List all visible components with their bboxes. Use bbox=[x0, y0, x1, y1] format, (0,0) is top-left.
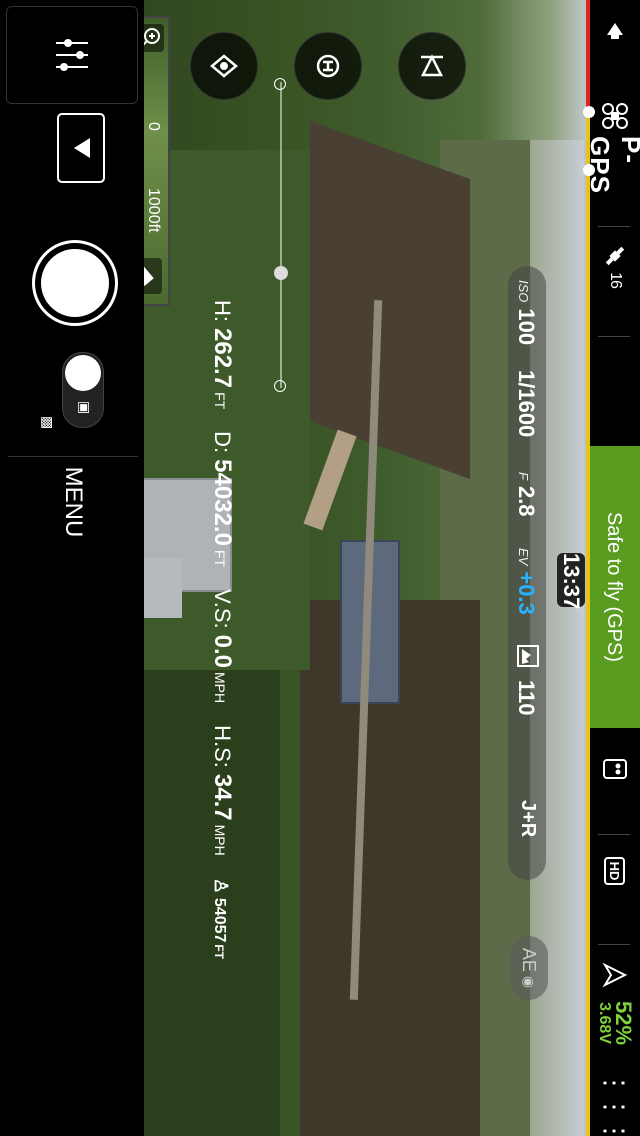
dirt-drive bbox=[303, 429, 357, 531]
battery-readout: 52% 3.68V bbox=[590, 996, 640, 1050]
playback-button[interactable] bbox=[36, 112, 126, 184]
back-button[interactable] bbox=[590, 8, 640, 52]
gimbal-max-marker bbox=[274, 380, 286, 392]
gimbal-min-marker bbox=[274, 78, 286, 90]
photo-video-toggle[interactable]: ▣ bbox=[62, 352, 104, 428]
flight-mode-button[interactable]: P-GPS bbox=[585, 136, 640, 216]
sliders-icon bbox=[56, 39, 88, 71]
flight-status-text: Safe to fly (GPS) bbox=[603, 511, 626, 663]
shutter-button[interactable] bbox=[32, 240, 118, 326]
plowed-field bbox=[310, 120, 470, 480]
return-home-icon bbox=[316, 54, 340, 78]
capacity-value: 110 bbox=[514, 680, 539, 716]
dji-go-camera-view: P-GPS 16 Safe to fly (GPS) HD 52% 3.68V … bbox=[0, 0, 640, 1136]
menu-button[interactable]: MENU bbox=[8, 456, 138, 547]
shutter-value: 1/1600 bbox=[514, 370, 539, 438]
divider bbox=[598, 336, 630, 337]
camera-mode-icon: ▣ bbox=[77, 401, 93, 415]
playback-icon bbox=[57, 113, 105, 183]
pilot-distance-value: 54057 bbox=[211, 897, 228, 943]
ae-lock-button[interactable]: AE ◉ bbox=[510, 936, 548, 1000]
rth-marker bbox=[583, 106, 595, 118]
gimbal-track bbox=[280, 82, 282, 388]
camera-control-bar: ▣ ▩ MENU bbox=[0, 0, 144, 1136]
gps-status-button[interactable]: 16 bbox=[590, 236, 640, 296]
satellite-icon bbox=[605, 246, 625, 266]
image-format: J+R bbox=[516, 800, 539, 837]
more-icon: ⋮⋮⋮ bbox=[600, 1070, 631, 1136]
aperture-value: 2.8 bbox=[514, 485, 539, 517]
battery-level-line bbox=[583, 0, 595, 1136]
ev-setting: EV +0.3 bbox=[514, 548, 539, 615]
return-home-button[interactable] bbox=[294, 32, 362, 100]
takeoff-button[interactable] bbox=[398, 32, 466, 100]
distance-value: 54032.0 bbox=[209, 459, 236, 546]
toggle-knob bbox=[65, 355, 101, 391]
aircraft-icon bbox=[590, 96, 640, 136]
aperture-setting: F 2.8 bbox=[514, 472, 539, 517]
intelligent-flight-icon bbox=[210, 54, 238, 78]
shutter-icon bbox=[41, 249, 109, 317]
ae-lock-label: AE bbox=[519, 947, 540, 972]
flight-mode-label: P-GPS bbox=[585, 136, 640, 194]
hd-icon: HD bbox=[604, 856, 626, 886]
format-value: J+R bbox=[517, 800, 539, 838]
takeoff-icon bbox=[420, 54, 444, 77]
more-menu-button[interactable]: ⋮⋮⋮ bbox=[590, 1070, 640, 1136]
battery-voltage: 3.68V bbox=[596, 1002, 613, 1044]
battery-status-button[interactable] bbox=[590, 952, 640, 998]
storage-icon bbox=[516, 644, 540, 668]
intelligent-flight-button[interactable] bbox=[190, 32, 258, 100]
flight-status-banner[interactable]: Safe to fly (GPS) bbox=[588, 446, 640, 728]
remote-signal-button[interactable] bbox=[590, 744, 640, 794]
pilot-icon: ♙ bbox=[211, 877, 231, 894]
recording-time: 13:37 bbox=[557, 553, 585, 610]
video-signal-button[interactable]: HD bbox=[590, 846, 640, 896]
back-arrow-icon bbox=[607, 23, 623, 39]
iso-setting: ISO 100 bbox=[514, 280, 539, 346]
menu-label: MENU bbox=[60, 466, 87, 538]
horizontal-speed-value: 34.7 bbox=[209, 773, 236, 821]
divider bbox=[598, 944, 630, 945]
landing-marker bbox=[583, 164, 595, 176]
photo-capacity: 110 bbox=[513, 680, 539, 716]
ev-value: +0.3 bbox=[514, 571, 539, 615]
lock-icon: ◉ bbox=[521, 975, 538, 989]
divider bbox=[598, 226, 630, 227]
divider bbox=[598, 834, 630, 835]
battery-aircraft-icon bbox=[602, 962, 628, 988]
iso-value: 100 bbox=[514, 308, 539, 346]
gps-satellite-count: 16 bbox=[607, 272, 624, 288]
height-value: 262.7 bbox=[209, 328, 236, 389]
shutter-setting: 1/1600 bbox=[513, 370, 539, 437]
battery-percent: 52% bbox=[611, 1000, 636, 1046]
camera-settings-button[interactable] bbox=[6, 6, 138, 104]
gimbal-pitch-indicator bbox=[274, 78, 288, 392]
telemetry-bar: H: 262.7 FT D: 54032.0 FT V.S: 0.0 MPH H… bbox=[209, 300, 236, 960]
critical-battery-segment bbox=[586, 0, 590, 110]
status-bar: P-GPS 16 Safe to fly (GPS) HD 52% 3.68V … bbox=[585, 0, 640, 1136]
map-scale: 0 bbox=[145, 122, 162, 131]
vertical-speed-value: 0.0 bbox=[209, 634, 236, 668]
camera-settings-bar[interactable]: ISO 100 1/1600 F 2.8 EV +0.3 110 J+R bbox=[508, 266, 546, 880]
video-mode-icon: ▩ bbox=[40, 416, 56, 430]
remote-controller-icon bbox=[603, 759, 627, 779]
gimbal-position-knob bbox=[274, 266, 288, 280]
